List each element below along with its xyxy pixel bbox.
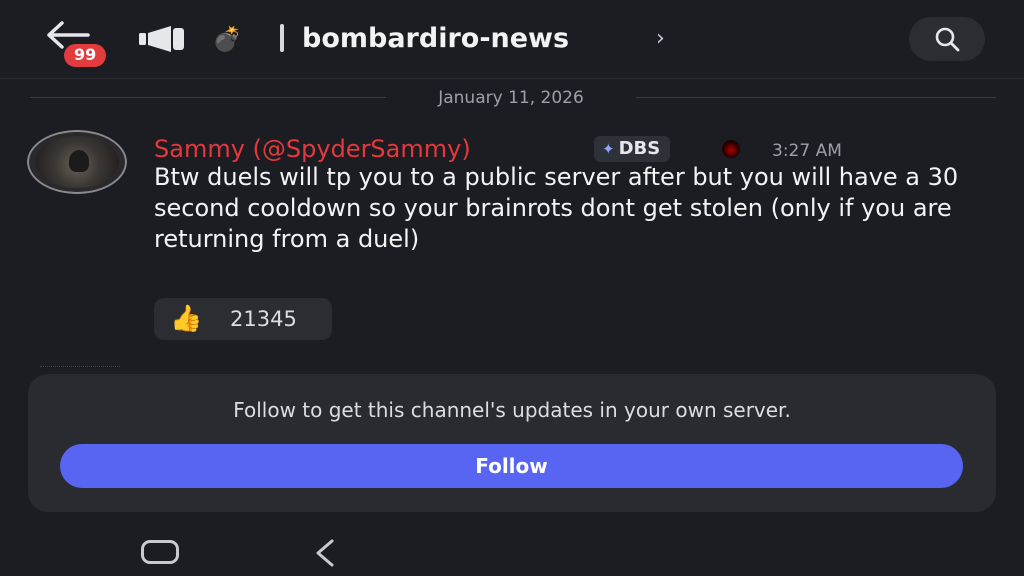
channel-emoji: 💣 bbox=[212, 25, 242, 53]
avatar[interactable] bbox=[27, 130, 127, 194]
tag-label: DBS bbox=[618, 138, 661, 159]
server-tag[interactable]: ✦ DBS bbox=[594, 136, 671, 162]
role-icon bbox=[722, 140, 740, 158]
date-label: January 11, 2026 bbox=[438, 88, 584, 108]
search-button[interactable] bbox=[909, 17, 985, 61]
chevron-right-icon[interactable]: › bbox=[656, 24, 665, 54]
follow-prompt: Follow to get this channel's updates in … bbox=[233, 398, 791, 422]
home-nav-button[interactable] bbox=[141, 540, 179, 564]
author-name[interactable]: Sammy (@SpyderSammy) bbox=[154, 135, 471, 163]
follow-button[interactable]: Follow bbox=[60, 444, 963, 488]
channel-name[interactable]: bombardiro-news bbox=[302, 22, 569, 56]
avatar-frame bbox=[27, 130, 127, 194]
message-timestamp: 3:27 AM bbox=[772, 141, 842, 161]
divider-line-left bbox=[30, 97, 386, 98]
reaction-button[interactable]: 👍 21345 bbox=[154, 298, 332, 340]
chevron-left-icon[interactable] bbox=[312, 538, 336, 572]
title-divider bbox=[280, 24, 284, 52]
date-divider: January 11, 2026 bbox=[30, 86, 996, 110]
reaction-count: 21345 bbox=[230, 307, 297, 331]
follow-panel: Follow to get this channel's updates in … bbox=[28, 374, 996, 512]
thumbs-up-icon: 👍 bbox=[170, 304, 203, 334]
notification-badge: 99 bbox=[64, 44, 107, 67]
tag-icon: ✦ bbox=[602, 140, 615, 158]
channel-header: 99 💣 bombardiro-news › bbox=[0, 0, 1024, 79]
search-icon bbox=[935, 27, 960, 52]
megaphone-icon bbox=[137, 24, 187, 58]
divider-line-right bbox=[636, 97, 996, 98]
message-text: Btw duels will tp you to a public server… bbox=[154, 163, 959, 253]
